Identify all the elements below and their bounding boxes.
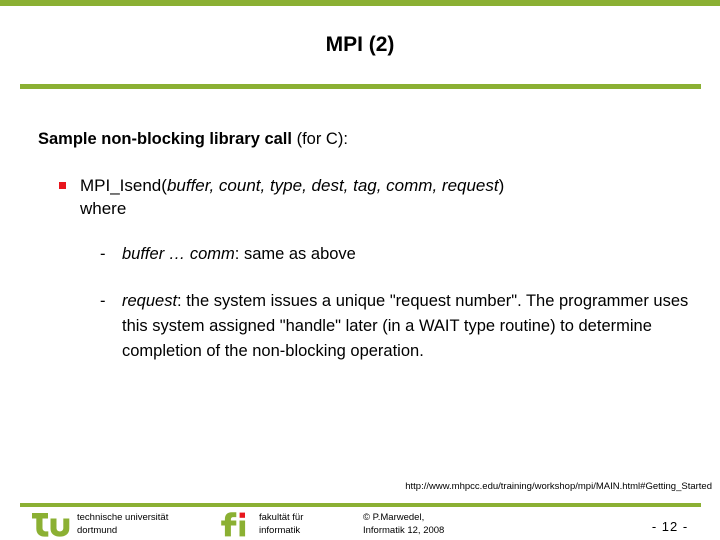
footer-divider-rule — [20, 503, 701, 507]
tu-label-line2: dortmund — [77, 524, 118, 536]
fakultaet-informatik-branding: fakultät für informatik — [218, 511, 303, 537]
dash-bullet-icon: - — [100, 292, 106, 310]
lead-heading-rest: (for C): — [291, 130, 348, 148]
sub-bullet-term-italic: buffer … comm — [122, 245, 235, 263]
fi-label-line1: fakultät für — [259, 512, 304, 523]
sub-bullet-request: - request: the system issues a unique "re… — [100, 289, 712, 364]
source-url-citation[interactable]: http://www.mhpcc.edu/training/workshop/m… — [0, 481, 712, 493]
sub-bullet-buffer-comm: - buffer … comm: same as above — [100, 242, 712, 267]
slide-footer: technische universität dortmund fakultät… — [0, 509, 720, 540]
fi-logo-label: fakultät für informatik — [259, 511, 303, 537]
tu-label-line1: technische universität — [77, 512, 169, 523]
copyright-line2: Informatik 12, 2008 — [363, 524, 445, 536]
call-signature-name: MPI_Isend( — [80, 176, 167, 195]
page-title: MPI (2) — [325, 33, 395, 56]
copyright-line1: © P.Marwedel, — [363, 512, 425, 523]
fi-logo-icon — [218, 511, 252, 537]
tu-dortmund-branding: technische universität dortmund — [28, 511, 168, 537]
square-bullet-icon — [59, 182, 66, 189]
top-accent-bar — [0, 0, 720, 6]
bullet-level1-mpi-isend: MPI_Isend(buffer, count, type, dest, tag… — [58, 174, 720, 220]
call-signature-params: buffer, count, type, dest, tag, comm, re… — [166, 176, 499, 195]
slide-root: MPI (2) Sample non-blocking library call… — [0, 0, 720, 540]
slide-content: Sample non-blocking library call (for C)… — [0, 128, 720, 364]
title-divider-rule — [20, 84, 701, 89]
call-where-keyword: where — [80, 199, 127, 218]
sub-bullet-term-italic: request — [122, 292, 178, 310]
sub-bullet-text: : same as above — [234, 245, 356, 263]
tu-logo-icon — [28, 511, 70, 537]
lead-heading: Sample non-blocking library call (for C)… — [38, 128, 720, 150]
page-number: - 12 - — [651, 519, 689, 534]
copyright-notice: © P.Marwedel, Informatik 12, 2008 — [363, 512, 444, 537]
dash-bullet-icon: - — [100, 245, 106, 263]
sub-bullet-text: : the system issues a unique "request nu… — [122, 292, 689, 360]
lead-heading-strong: Sample non-blocking library call — [38, 130, 292, 148]
fi-label-line2: informatik — [259, 524, 301, 536]
call-signature-close-paren: ) — [498, 176, 505, 195]
tu-logo-label: technische universität dortmund — [77, 511, 168, 537]
